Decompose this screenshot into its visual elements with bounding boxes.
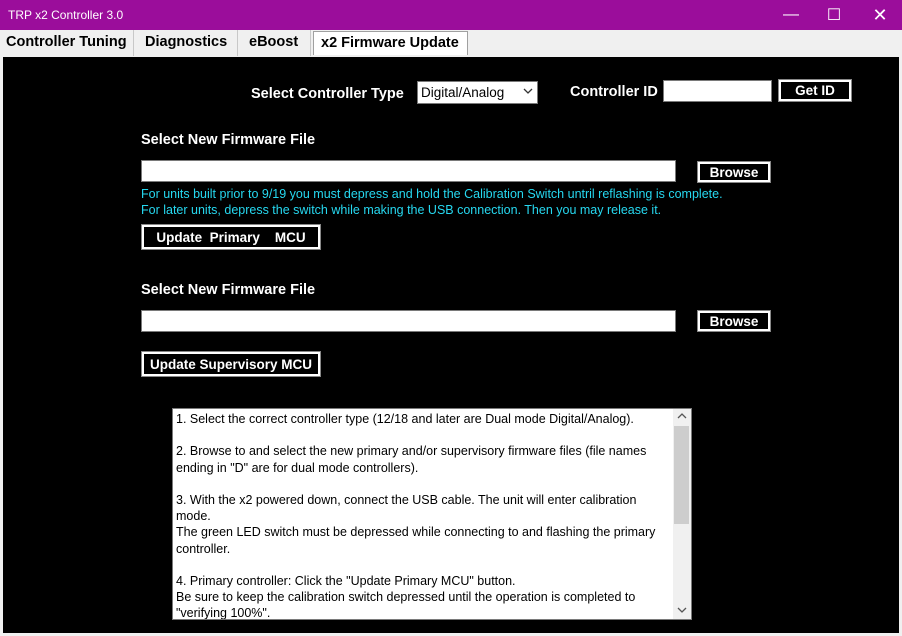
update-supervisory-mcu-button[interactable]: Update Supervisory MCU [141, 351, 321, 377]
instruction-step-1: 1. Select the correct controller type (1… [176, 412, 634, 426]
update-primary-mcu-button[interactable]: Update Primary MCU [141, 224, 321, 250]
minimize-button[interactable]: — [768, 0, 814, 30]
chevron-down-icon[interactable] [677, 606, 687, 617]
controller-id-field[interactable] [663, 80, 772, 102]
primary-firmware-file-field[interactable] [141, 160, 676, 182]
tab-controller-tuning[interactable]: Controller Tuning [0, 30, 134, 56]
primary-note-line-1: For units built prior to 9/19 you must d… [141, 187, 723, 201]
close-button[interactable]: ✕ [857, 0, 902, 30]
tab-bar: Controller Tuning Diagnostics eBoost x2 … [0, 30, 902, 56]
instruction-step-2: 2. Browse to and select the new primary … [176, 444, 647, 475]
scrollbar-thumb[interactable] [674, 426, 689, 524]
supervisory-firmware-file-field[interactable] [141, 310, 676, 332]
firmware-update-panel: Select Controller Type Digital/Analog Co… [3, 57, 899, 633]
controller-id-label: Controller ID [570, 84, 658, 100]
instruction-step-4: 4. Primary controller: Click the "Update… [176, 573, 636, 620]
supervisory-firmware-file-label: Select New Firmware File [141, 282, 316, 298]
instructions-text: 1. Select the correct controller type (1… [176, 411, 672, 620]
title-bar: TRP x2 Controller 3.0 — ☐ ✕ [0, 0, 902, 30]
instructions-textbox[interactable]: 1. Select the correct controller type (1… [172, 408, 692, 620]
instruction-step-3: 3. With the x2 powered down, connect the… [176, 492, 656, 556]
chevron-down-icon [523, 87, 533, 98]
window-title: TRP x2 Controller 3.0 [8, 8, 124, 22]
primary-browse-button[interactable]: Browse [697, 161, 771, 183]
instructions-scrollbar[interactable] [673, 409, 691, 619]
maximize-button[interactable]: ☐ [811, 0, 857, 30]
controller-type-select[interactable]: Digital/Analog [417, 81, 538, 104]
controller-type-label: Select Controller Type [251, 86, 404, 102]
primary-firmware-file-label: Select New Firmware File [141, 132, 316, 148]
tab-diagnostics[interactable]: Diagnostics [134, 30, 238, 56]
supervisory-browse-button[interactable]: Browse [697, 310, 771, 332]
tab-eboost[interactable]: eBoost [238, 30, 311, 56]
get-id-button[interactable]: Get ID [778, 79, 852, 102]
chevron-up-icon[interactable] [677, 411, 687, 422]
tab-x2-firmware-update[interactable]: x2 Firmware Update [313, 31, 468, 55]
controller-type-value: Digital/Analog [421, 85, 505, 100]
primary-note-line-2: For later units, depress the switch whil… [141, 203, 662, 217]
